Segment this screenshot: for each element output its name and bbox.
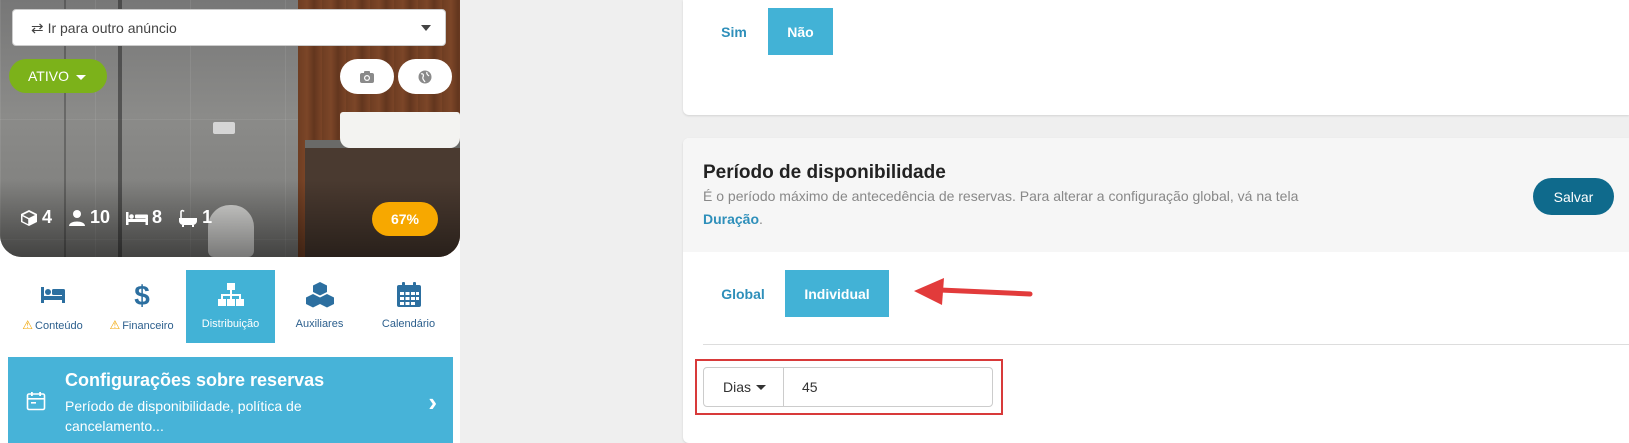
reservation-settings-title: Configurações sobre reservas xyxy=(65,370,325,390)
tab-financeiro[interactable]: $ ⚠ Financeiro xyxy=(97,270,186,343)
tab-distribuicao[interactable]: Distribuição xyxy=(186,270,275,343)
user-icon xyxy=(69,209,86,226)
listing-switch-label: Ir para outro anúncio xyxy=(47,19,177,36)
stat-bathrooms: 1 xyxy=(178,207,212,228)
warning-icon: ⚠ xyxy=(22,318,34,332)
save-button[interactable]: Salvar xyxy=(1533,178,1614,215)
annotation-arrow-icon xyxy=(914,278,1033,305)
unit-dropdown[interactable]: Dias xyxy=(703,367,784,407)
duration-link[interactable]: Duração xyxy=(703,211,759,227)
sitemap-icon xyxy=(217,283,244,306)
warning-icon: ⚠ xyxy=(109,318,121,332)
reservation-settings-item[interactable]: Configurações sobre reservas Período de … xyxy=(8,357,453,443)
website-button[interactable] xyxy=(398,59,452,94)
listing-tabs: ⚠ Conteúdo $ ⚠ Financeiro Distribuição Aux… xyxy=(8,270,453,343)
calendar-icon xyxy=(26,392,46,411)
status-label: ATIVO xyxy=(28,68,69,84)
caret-down-icon xyxy=(75,74,86,80)
divider xyxy=(703,344,1629,345)
stat-guests: 10 xyxy=(68,207,110,228)
availability-days-input[interactable] xyxy=(783,367,993,407)
dollar-icon: $ xyxy=(134,281,150,309)
mode-global-button[interactable]: Global xyxy=(712,270,774,317)
photos-button[interactable] xyxy=(340,59,394,94)
bed-icon xyxy=(40,287,65,303)
completion-badge: 67% xyxy=(372,202,438,236)
bathtub-icon xyxy=(179,209,198,227)
tab-calendario[interactable]: Calendário xyxy=(364,270,453,343)
bed-icon xyxy=(126,211,149,225)
availability-description: É o período máximo de antecedência de re… xyxy=(703,188,1299,227)
chevron-down-icon xyxy=(421,25,431,31)
cube-icon xyxy=(21,209,37,226)
boxes-icon xyxy=(305,282,334,308)
option-nao-button[interactable]: Não xyxy=(768,8,833,55)
listing-switch-select[interactable]: ⇄ Ir para outro anúncio xyxy=(12,9,446,46)
tab-conteudo[interactable]: ⚠ Conteúdo xyxy=(8,270,97,343)
svg-text:$: $ xyxy=(134,281,150,309)
status-dropdown-button[interactable]: ATIVO xyxy=(9,59,107,93)
caret-down-icon xyxy=(756,385,767,390)
camera-icon xyxy=(360,70,374,83)
availability-title: Período de disponibilidade xyxy=(703,162,946,183)
chevron-right-icon: › xyxy=(428,387,437,417)
calendar-icon xyxy=(396,282,421,307)
option-sim-button[interactable]: Sim xyxy=(712,8,756,55)
stat-rooms: 4 xyxy=(20,207,52,228)
availability-header: Período de disponibilidade É o período m… xyxy=(683,138,1629,252)
listing-stats: 4 10 8 1 xyxy=(20,207,212,228)
stat-beds: 8 xyxy=(126,207,162,228)
reservation-settings-subtitle: Período de disponibilidade, política de … xyxy=(65,398,302,434)
listing-sidebar: ⇄ Ir para outro anúncio ATIVO 4 10 8 1 6… xyxy=(0,0,460,443)
swap-icon: ⇄ xyxy=(31,19,44,37)
tab-auxiliares[interactable]: Auxiliares xyxy=(275,270,364,343)
globe-icon xyxy=(418,70,432,83)
mode-individual-button[interactable]: Individual xyxy=(785,270,889,317)
